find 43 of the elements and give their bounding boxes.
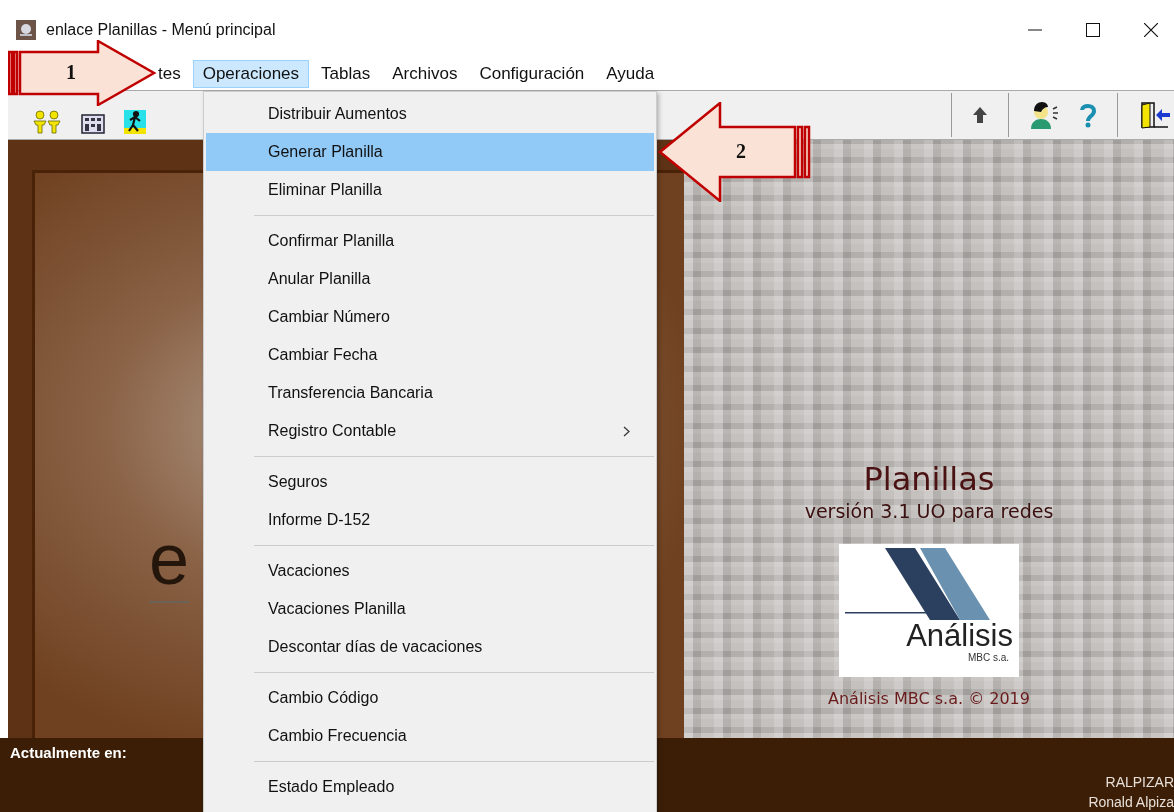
user-id: RALPIZAR	[1105, 774, 1174, 790]
app-icon	[16, 20, 36, 40]
menu-item[interactable]: Ayuda	[596, 60, 665, 88]
running-figure-icon[interactable]	[124, 110, 146, 134]
maximize-icon[interactable]	[1086, 23, 1100, 37]
menu-item[interactable]: tes	[148, 60, 191, 88]
menu-entry[interactable]: Anular Planilla	[206, 260, 654, 298]
menu-entry[interactable]: Vacaciones	[206, 552, 654, 590]
menu-item[interactable]: Operaciones	[192, 60, 310, 88]
person-speaking-icon[interactable]	[1029, 101, 1059, 129]
logo-text: e	[149, 523, 190, 603]
menu-entry[interactable]: Estado Empleado	[206, 768, 654, 806]
menu-entry[interactable]: Confirmar Planilla	[206, 222, 654, 260]
menu-entry[interactable]: Informe D-152	[206, 501, 654, 539]
menu-item[interactable]: Configuración	[469, 60, 595, 88]
menu-entry[interactable]: Cambiar Número	[206, 298, 654, 336]
people-icon[interactable]	[32, 109, 62, 135]
menu-entry[interactable]: Vacaciones Planilla	[206, 590, 654, 628]
menu-entry[interactable]: Generar Planilla	[206, 133, 654, 171]
menu-entry[interactable]: Seguros	[206, 463, 654, 501]
up-arrow-icon[interactable]	[972, 106, 988, 124]
menu-entry[interactable]: Cambio Código	[206, 679, 654, 717]
menu-entry[interactable]: Transferencia Bancaria	[206, 374, 654, 412]
menu-item[interactable]: Tablas	[311, 60, 381, 88]
user-name: Ronald Alpiza	[1088, 794, 1174, 810]
menu-entry[interactable]: Cambiar Fecha	[206, 336, 654, 374]
company-name: Análisis	[906, 620, 1013, 652]
close-icon[interactable]	[1144, 23, 1158, 37]
copyright-text: Análisis MBC s.a. © 2019	[828, 689, 1030, 708]
menu-entry[interactable]: Eliminar Planilla	[206, 171, 654, 209]
window-title: enlace Planillas - Menú principal	[46, 21, 276, 39]
app-title: Planillas	[863, 460, 995, 498]
menu-item[interactable]: Archivos	[382, 60, 468, 88]
company-suffix: MBC s.a.	[967, 652, 1009, 663]
help-icon[interactable]	[1079, 102, 1097, 128]
exit-door-icon[interactable]	[1138, 101, 1170, 129]
version-text: versión 3.1 UO para redes	[804, 500, 1054, 522]
callout-number: 2	[736, 140, 746, 163]
menu-entry[interactable]: Registro Contable	[206, 412, 654, 450]
status-label: Actualmente en:	[10, 744, 127, 763]
menu-entry[interactable]: Cambio Frecuencia	[206, 717, 654, 755]
menu-entry[interactable]: Descontar días de vacaciones	[206, 628, 654, 666]
callout-number: 1	[66, 61, 76, 84]
